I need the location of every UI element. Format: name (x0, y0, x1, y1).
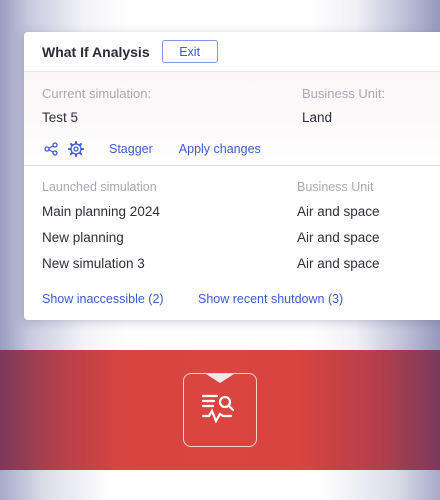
current-simulation-section: Current simulation: Test 5 Business Unit… (24, 72, 440, 166)
launched-simulations-section: Launched simulation Business Unit Main p… (24, 166, 440, 320)
current-simulation-value: Test 5 (42, 110, 79, 125)
gear-icon[interactable] (67, 140, 85, 158)
table-row[interactable]: New simulation 3 Air and space (24, 256, 440, 282)
what-if-analysis-panel: What If Analysis Exit Current simulation… (24, 32, 440, 320)
exit-button[interactable]: Exit (161, 40, 218, 63)
simulation-business-unit: Air and space (297, 204, 380, 219)
simulation-business-unit: Air and space (297, 230, 380, 245)
current-simulation-label: Current simulation: (42, 86, 152, 101)
simulation-actions: Stagger Apply changes (42, 140, 261, 158)
apply-changes-link[interactable]: Apply changes (179, 142, 261, 156)
simulation-name: New simulation 3 (42, 256, 145, 271)
launched-simulation-header: Launched simulation (42, 180, 157, 194)
business-unit-value: Land (302, 110, 333, 125)
what-if-analysis-app-button[interactable] (183, 373, 257, 447)
simulation-business-unit: Air and space (297, 256, 380, 271)
analysis-search-icon (201, 392, 239, 429)
stagger-link[interactable]: Stagger (109, 142, 153, 156)
show-recent-shutdown-link[interactable]: Show recent shutdown (3) (198, 292, 343, 306)
table-row[interactable]: Main planning 2024 Air and space (24, 204, 440, 230)
business-unit-header: Business Unit (297, 180, 374, 194)
simulation-name: New planning (42, 230, 124, 245)
table-row[interactable]: New planning Air and space (24, 230, 440, 256)
share-icon[interactable] (42, 140, 60, 158)
panel-header: What If Analysis Exit (24, 32, 440, 72)
show-inaccessible-link[interactable]: Show inaccessible (2) (42, 292, 164, 306)
business-unit-label: Business Unit: (302, 86, 386, 101)
simulation-name: Main planning 2024 (42, 204, 160, 219)
page-backdrop-bottom (0, 470, 440, 500)
panel-title: What If Analysis (42, 43, 150, 60)
